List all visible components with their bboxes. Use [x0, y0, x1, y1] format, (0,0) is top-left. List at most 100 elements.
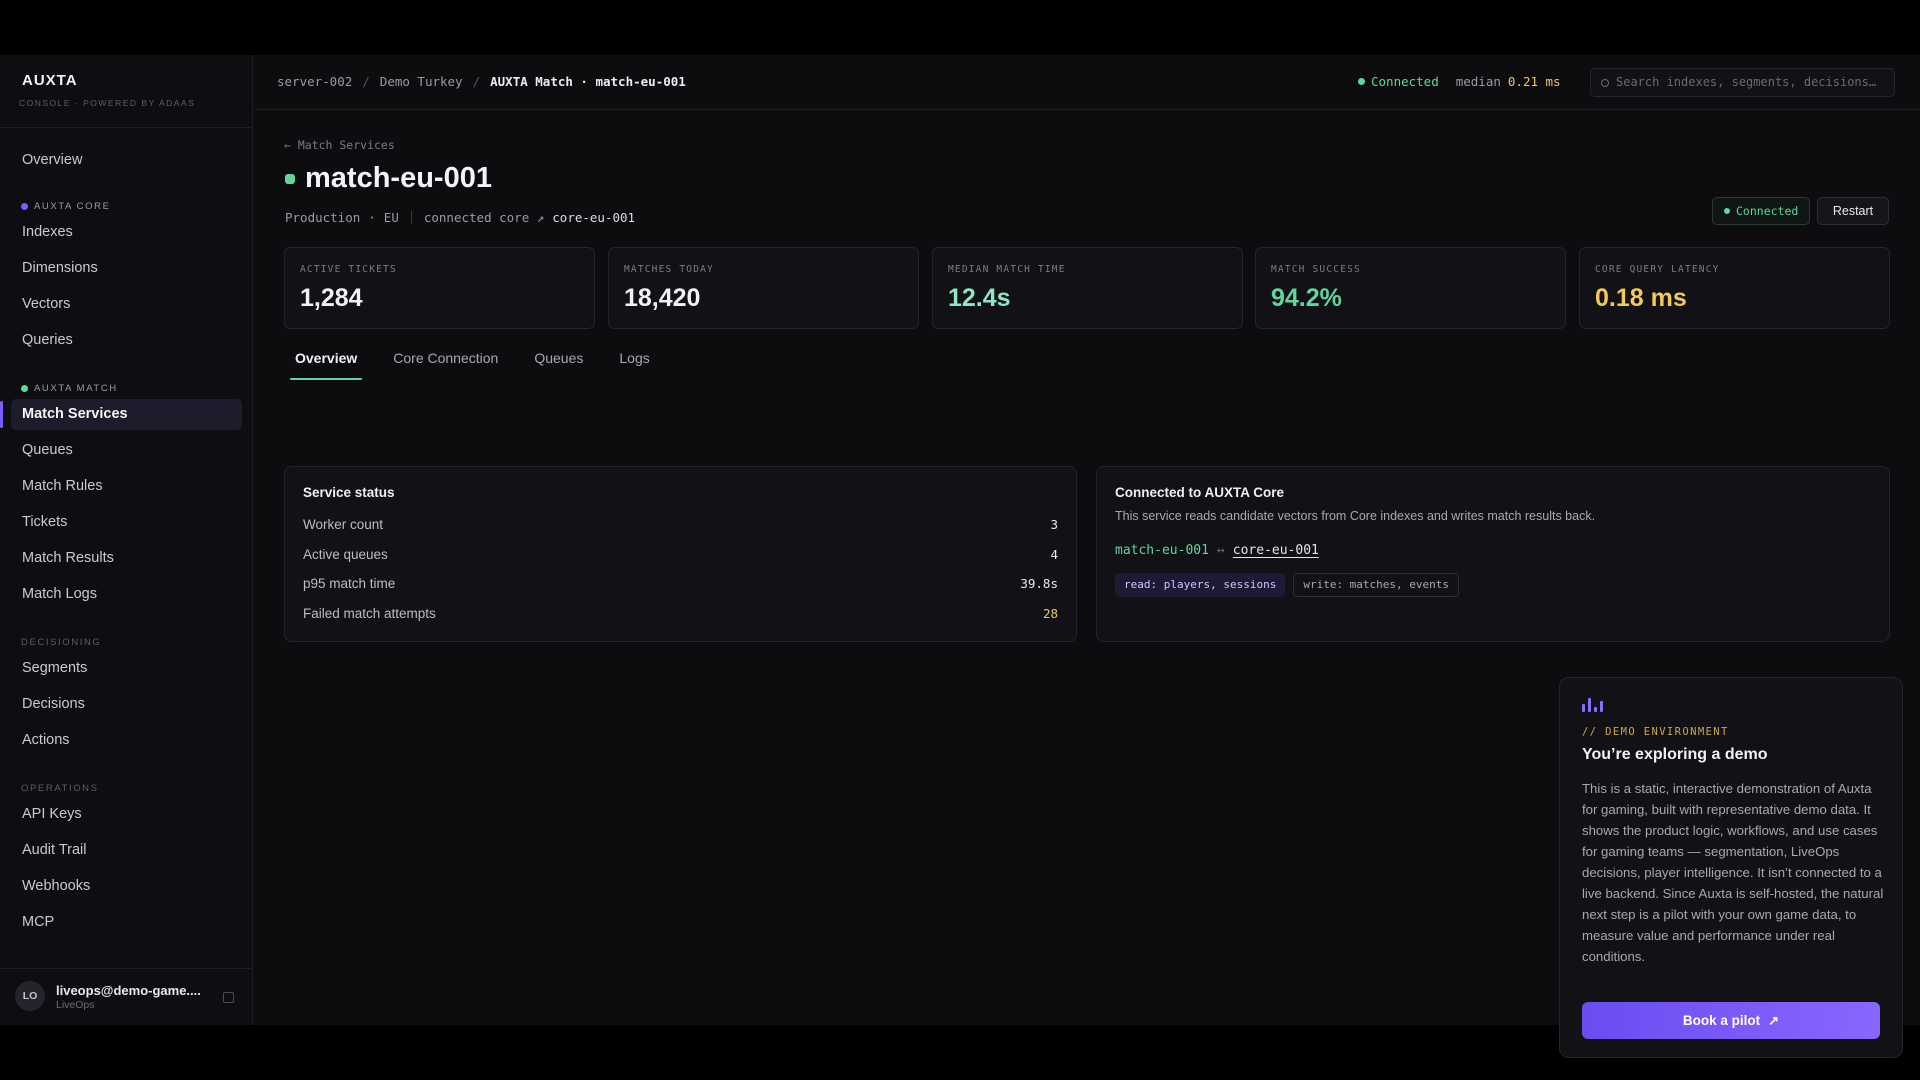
- sidebar-item-mcp[interactable]: MCP: [11, 907, 242, 938]
- kpi-matches-today: MATCHES TODAY 18,420: [608, 247, 919, 329]
- kpi-label: MATCHES TODAY: [624, 264, 714, 275]
- card-title: Service status: [303, 485, 395, 500]
- kpi-core-query-latency: CORE QUERY LATENCY 0.18 ms: [1579, 247, 1890, 329]
- write-permission-tag: write: matches, events: [1293, 573, 1460, 597]
- kpi-value: 18,420: [624, 284, 701, 312]
- status-badge-label: Connected: [1736, 204, 1799, 218]
- search-input[interactable]: Search indexes, segments, decisions…: [1590, 68, 1895, 97]
- sidebar-item-segments[interactable]: Segments: [11, 653, 242, 684]
- tab-overview[interactable]: Overview: [289, 350, 363, 380]
- source-service: match-eu-001: [1115, 543, 1209, 558]
- tab-logs[interactable]: Logs: [619, 350, 649, 380]
- status-dot-icon: [1358, 78, 1365, 85]
- tab-queues[interactable]: Queues: [534, 350, 583, 380]
- median-value: 0.21 ms: [1507, 74, 1561, 89]
- search-placeholder: Search indexes, segments, decisions…: [1616, 75, 1877, 89]
- sidebar-item-tickets[interactable]: Tickets: [11, 507, 242, 538]
- sidebar-item-match-logs[interactable]: Match Logs: [11, 579, 242, 610]
- sidebar-item-actions[interactable]: Actions: [11, 725, 242, 756]
- service-status-card: Service status Worker count 3 Active que…: [284, 466, 1077, 642]
- demo-label: // DEMO ENVIRONMENT: [1582, 726, 1729, 738]
- section-label: AUXTA CORE: [34, 201, 111, 212]
- top-bar: server-002 / Demo Turkey / AUXTA Match ·…: [254, 55, 1920, 110]
- user-role: LiveOps: [56, 999, 95, 1011]
- sidebar-item-queries[interactable]: Queries: [11, 325, 242, 356]
- sidebar-item-audit-trail[interactable]: Audit Trail: [11, 835, 242, 866]
- stat-row-worker-count: Worker count 3: [303, 517, 1058, 532]
- breadcrumb-project[interactable]: Demo Turkey: [380, 74, 463, 89]
- search-icon: [1601, 79, 1609, 87]
- kpi-value: 94.2%: [1271, 284, 1342, 312]
- kpi-value: 12.4s: [948, 284, 1011, 312]
- sidebar-item-indexes[interactable]: Indexes: [11, 217, 242, 248]
- sidebar-item-vectors[interactable]: Vectors: [11, 289, 242, 320]
- kpi-value: 0.18 ms: [1595, 284, 1687, 312]
- environment: Production: [285, 210, 361, 225]
- stat-label: p95 match time: [303, 576, 396, 591]
- book-pilot-button[interactable]: Book a pilot ↗: [1582, 1002, 1880, 1039]
- tab-bar: Overview Core Connection Queues Logs: [289, 350, 686, 380]
- bar-chart-icon: [1582, 698, 1603, 712]
- stat-row-active-queues: Active queues 4: [303, 547, 1058, 562]
- sidebar-item-match-rules[interactable]: Match Rules: [11, 471, 242, 502]
- sidebar-item-match-results[interactable]: Match Results: [11, 543, 242, 574]
- restart-button[interactable]: Restart: [1817, 197, 1889, 225]
- core-link[interactable]: core-eu-001: [1233, 543, 1319, 558]
- core-dot-icon: [21, 203, 28, 210]
- sidebar-item-decisions[interactable]: Decisions: [11, 689, 242, 720]
- service-status-icon: [285, 173, 295, 184]
- service-meta: Production · EU connected core ↗ core-eu…: [285, 210, 635, 225]
- stat-row-failed-match-attempts: Failed match attempts 28: [303, 606, 1058, 621]
- core-label: connected core ↗: [423, 210, 545, 225]
- kpi-active-tickets: ACTIVE TICKETS 1,284: [284, 247, 595, 329]
- region: EU: [383, 210, 399, 225]
- page-header: match-eu-001: [284, 162, 492, 195]
- app-window: AUXTA CONSOLE · POWERED BY ADAAS Overvie…: [0, 55, 1920, 1058]
- stat-row-p95-match-time: p95 match time 39.8s: [303, 576, 1058, 591]
- kpi-label: CORE QUERY LATENCY: [1595, 264, 1720, 275]
- permission-tags: read: players, sessions write: matches, …: [1115, 573, 1460, 597]
- external-link-icon: ↗: [1768, 1013, 1780, 1028]
- sidebar-item-queues[interactable]: Queues: [11, 435, 242, 466]
- core-connection-card: Connected to AUXTA Core This service rea…: [1096, 466, 1890, 642]
- sidebar-item-overview[interactable]: Overview: [11, 145, 242, 176]
- section-auxta-match: AUXTA MATCH: [21, 383, 118, 394]
- section-operations: OPERATIONS: [21, 783, 99, 794]
- meta-divider: [410, 211, 412, 224]
- breadcrumb: server-002 / Demo Turkey / AUXTA Match ·…: [277, 74, 686, 89]
- median-label: median: [1455, 74, 1501, 89]
- kpi-label: MATCH SUCCESS: [1271, 264, 1361, 275]
- breadcrumb-separator: /: [472, 74, 481, 89]
- sidebar-toggle-icon[interactable]: [223, 992, 234, 1003]
- kpi-label: ACTIVE TICKETS: [300, 264, 397, 275]
- demo-description: This is a static, interactive demonstrat…: [1582, 781, 1884, 964]
- meta-separator: ·: [368, 210, 376, 225]
- stat-value: 4: [1050, 547, 1058, 562]
- card-description: This service reads candidate vectors fro…: [1115, 509, 1596, 523]
- stat-value: 39.8s: [1020, 576, 1058, 591]
- sidebar-item-webhooks[interactable]: Webhooks: [11, 871, 242, 902]
- breadcrumb-server[interactable]: server-002: [277, 74, 352, 89]
- avatar: LO: [15, 981, 45, 1011]
- tab-core-connection[interactable]: Core Connection: [393, 350, 498, 380]
- back-link[interactable]: ← Match Services: [284, 138, 395, 152]
- book-pilot-label: Book a pilot: [1682, 1013, 1761, 1028]
- sidebar-item-api-keys[interactable]: API Keys: [11, 799, 242, 830]
- sidebar-item-match-services[interactable]: Match Services: [0, 399, 242, 430]
- kpi-match-success: MATCH SUCCESS 94.2%: [1255, 247, 1566, 329]
- core-link[interactable]: core-eu-001: [552, 210, 635, 225]
- brand-subtitle: CONSOLE · POWERED BY ADAAS: [19, 98, 196, 108]
- stat-label: Active queues: [303, 547, 388, 562]
- sidebar-item-dimensions[interactable]: Dimensions: [11, 253, 242, 284]
- breadcrumb-current: AUXTA Match · match-eu-001: [490, 74, 686, 89]
- section-auxta-core: AUXTA CORE: [21, 201, 111, 212]
- user-email: liveops@demo-game....: [56, 983, 201, 998]
- user-profile[interactable]: LO liveops@demo-game.... LiveOps: [0, 968, 253, 1025]
- brand-logo[interactable]: AUXTA: [22, 72, 78, 89]
- kpi-value: 1,284: [300, 284, 363, 312]
- demo-title: You’re exploring a demo: [1582, 746, 1768, 763]
- connection-status-label: Connected: [1371, 74, 1439, 89]
- sidebar-divider: [0, 127, 253, 128]
- section-decisioning: DECISIONING: [21, 637, 102, 648]
- connection-status: Connected median 0.21 ms: [1358, 74, 1561, 89]
